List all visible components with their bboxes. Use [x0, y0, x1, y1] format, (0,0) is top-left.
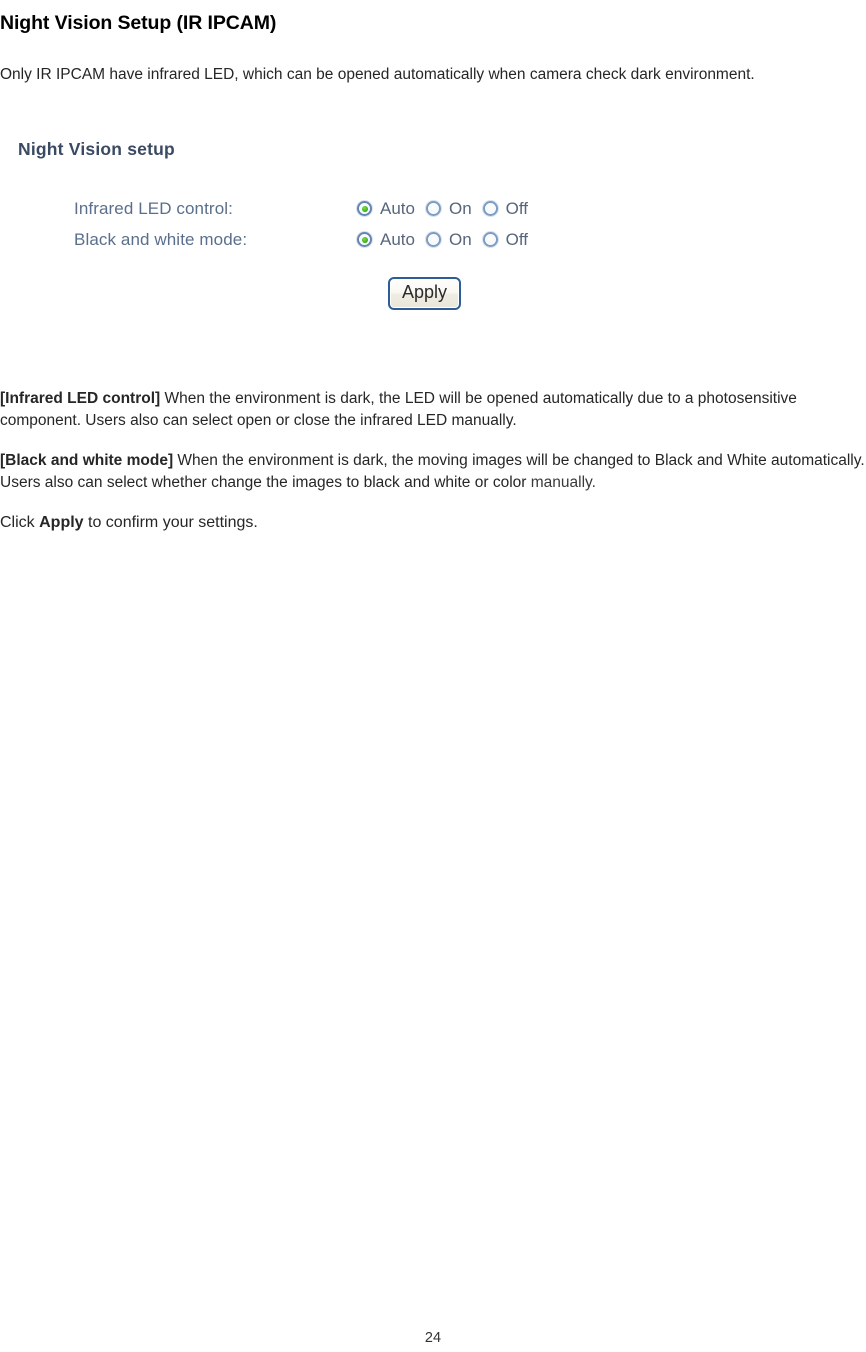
- radio-option-infrared-on[interactable]: On: [425, 198, 472, 219]
- apply-button[interactable]: Apply: [388, 277, 462, 310]
- text-click-suffix: to confirm your settings.: [83, 514, 258, 531]
- radio-button-infrared-auto[interactable]: [357, 201, 372, 216]
- radio-label-bw-off: Off: [505, 229, 529, 249]
- label-infrared-led-control: Infrared LED control:: [74, 198, 233, 218]
- radio-label-infrared-on: On: [448, 198, 472, 218]
- page-number: 24: [424, 1330, 442, 1346]
- radio-label-infrared-off: Off: [505, 198, 529, 218]
- radio-group-black-and-white-mode: Auto On Off: [357, 230, 528, 250]
- radio-option-bw-off[interactable]: Off: [482, 229, 529, 250]
- description-black-and-white-mode: [Black and white mode] When the environm…: [0, 450, 866, 494]
- panel-heading: Night Vision setup: [18, 139, 175, 159]
- radio-button-infrared-on[interactable]: [425, 201, 441, 216]
- radio-label-bw-auto: Auto: [380, 229, 415, 249]
- term-infrared-led-control: [Infrared LED control]: [0, 389, 161, 407]
- radio-button-infrared-off[interactable]: [482, 201, 498, 216]
- radio-option-infrared-off[interactable]: Off: [482, 198, 529, 219]
- radio-label-infrared-auto: Auto: [380, 198, 415, 218]
- radio-option-infrared-auto[interactable]: Auto: [357, 199, 415, 219]
- radio-label-bw-on: On: [448, 229, 472, 249]
- settings-form: Infrared LED control: Auto On Off Black …: [74, 193, 528, 255]
- document-page: Night Vision Setup (IR IPCAM) Only IR IP…: [0, 0, 866, 1352]
- radio-button-bw-off[interactable]: [482, 232, 498, 247]
- description-apply-instruction: Click Apply to confirm your settings.: [0, 512, 500, 534]
- night-vision-setup-panel: Night Vision setup Infrared LED control:…: [0, 135, 640, 335]
- label-black-and-white-mode: Black and white mode:: [74, 229, 248, 249]
- radio-button-bw-on[interactable]: [425, 232, 441, 247]
- radio-button-bw-auto[interactable]: [357, 232, 372, 247]
- term-black-and-white-mode: [Black and white mode]: [0, 451, 174, 469]
- text-black-and-white-mode-tail: manually.: [530, 473, 596, 491]
- description-infrared-led-control: [Infrared LED control] When the environm…: [0, 388, 832, 432]
- apply-button-container: Apply: [388, 277, 462, 310]
- radio-group-infrared-led-control: Auto On Off: [357, 199, 528, 219]
- page-title: Night Vision Setup (IR IPCAM): [0, 12, 277, 35]
- form-row-black-and-white-mode: Black and white mode: Auto On Off: [74, 224, 528, 255]
- intro-paragraph: Only IR IPCAM have infrared LED, which c…: [0, 65, 755, 83]
- text-click-prefix: Click: [0, 514, 40, 531]
- form-row-infrared-led-control: Infrared LED control: Auto On Off: [74, 193, 528, 224]
- radio-option-bw-on[interactable]: On: [425, 229, 472, 250]
- radio-option-bw-auto[interactable]: Auto: [357, 230, 415, 250]
- term-apply: Apply: [39, 514, 84, 531]
